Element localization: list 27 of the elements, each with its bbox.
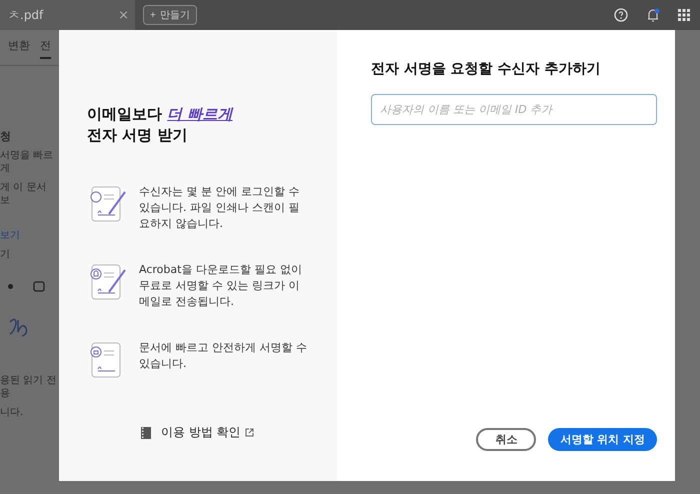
- cancel-button[interactable]: 취소: [476, 428, 536, 451]
- feature-text: Acrobat을 다운로드할 필요 없이 무료로 서명할 수 있는 링크가 이메일로 전송됩니다.: [139, 262, 303, 310]
- panel-heading: 청: [0, 129, 12, 145]
- panel-text: 용된 읽기 전용: [0, 374, 58, 401]
- close-tab-button[interactable]: ×: [118, 8, 129, 22]
- feature-text: 문서에 빠르고 안전하게 서명할 수 있습니다.: [139, 340, 308, 372]
- help-icon[interactable]: [614, 8, 628, 22]
- dot-icon[interactable]: [8, 284, 13, 289]
- bell-icon[interactable]: [646, 8, 660, 22]
- film-icon: [141, 426, 151, 438]
- panel-text: 서명을 빠르게: [0, 149, 54, 176]
- create-button[interactable]: + 만들기: [143, 5, 197, 25]
- promo-title: 이메일보다 더 빠르게 전자 서명 받기: [87, 104, 234, 146]
- panel-text: 기: [0, 248, 11, 262]
- panel-text: 게 이 문서 보: [0, 181, 48, 208]
- how-to-use-link[interactable]: 이용 방법 확인: [161, 424, 254, 441]
- recipient-input-field[interactable]: 사용자의 이름 또는 이메일 ID 추가: [371, 94, 657, 125]
- external-link-icon: [244, 428, 254, 437]
- file-tab[interactable]: ㅊ.pdf ×: [0, 0, 135, 30]
- apps-grid-icon[interactable]: [678, 9, 690, 21]
- specify-location-button[interactable]: 서명할 위치 지정: [548, 428, 657, 451]
- panel-text: 니다.: [0, 406, 24, 420]
- panel-tab[interactable]: 변환: [8, 38, 30, 59]
- panel-tab[interactable]: 전: [40, 38, 51, 59]
- rectangle-icon[interactable]: [33, 281, 45, 292]
- feature-text: 수신자는 몇 분 안에 로그인할 수 있습니다. 파일 인쇄나 스캔이 필요하지 않습니다.: [139, 184, 300, 232]
- dialog-heading: 전자 서명을 요청할 수신자 추가하기: [371, 60, 602, 78]
